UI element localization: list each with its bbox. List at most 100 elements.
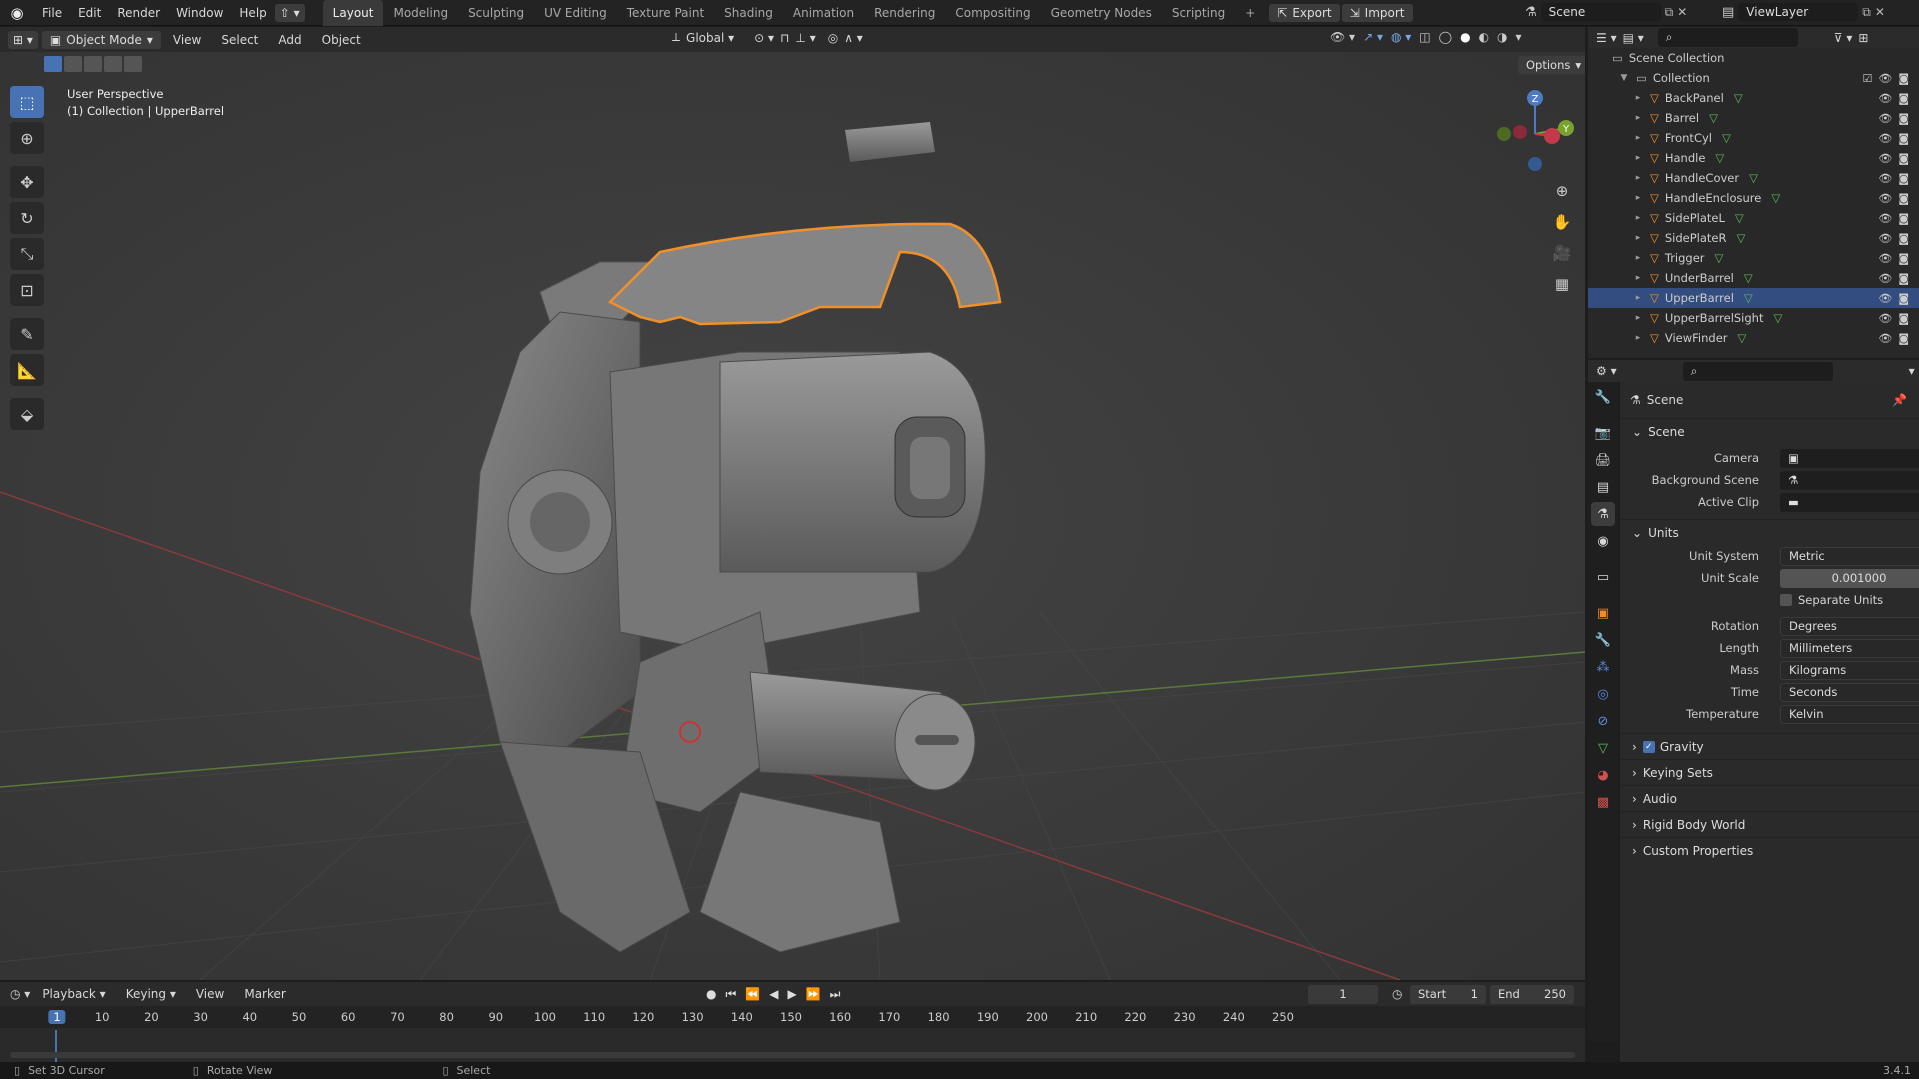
expand-icon[interactable]: ▸ <box>1632 273 1644 283</box>
solid-shading-icon[interactable]: ● <box>1460 30 1470 44</box>
scene-section[interactable]: ⌄ Scene <box>1620 418 1919 444</box>
outliner-item[interactable]: ▸ ▽ SidePlateR ▽ 👁 ◙ <box>1588 228 1919 248</box>
wireframe-shading-icon[interactable]: ◯ <box>1439 30 1452 44</box>
collection-row[interactable]: ▼ ▭ Collection ☑ 👁 ◙ <box>1588 68 1919 88</box>
eye-icon[interactable]: 👁 <box>1878 172 1892 185</box>
end-frame-field[interactable]: End 250 <box>1490 984 1574 1004</box>
camera-render-icon[interactable]: ◙ <box>1898 92 1909 105</box>
snap-icon[interactable]: ⊓ <box>780 31 789 45</box>
current-frame-field[interactable]: 1 <box>1308 984 1378 1004</box>
annotate-tool-icon[interactable]: ✎ <box>10 318 44 350</box>
eye-icon[interactable]: 👁 <box>1878 112 1892 125</box>
expand-icon[interactable]: ▸ <box>1632 233 1644 243</box>
menu-render[interactable]: Render <box>109 0 168 26</box>
jump-end-icon[interactable]: ⏭ <box>830 987 841 1002</box>
camera-view-icon[interactable]: 🎥 <box>1548 239 1576 267</box>
menu-object[interactable]: Object <box>314 27 369 53</box>
properties-search[interactable]: ⌕ <box>1682 361 1833 381</box>
record-icon[interactable]: ● <box>706 987 716 1001</box>
camera-render-icon[interactable]: ◙ <box>1898 112 1909 125</box>
properties-menu-icon[interactable]: ▾ <box>1909 364 1915 378</box>
cursor-tool-icon[interactable]: ⊕ <box>10 122 44 154</box>
mass-dropdown[interactable]: Kilograms⌄ <box>1780 660 1919 680</box>
data-tab-icon[interactable]: ▽ <box>1591 736 1615 760</box>
tab-texture-paint[interactable]: Texture Paint <box>617 0 714 26</box>
tab-layout[interactable]: Layout <box>322 0 384 26</box>
new-viewlayer-icon[interactable]: ⧉ <box>1862 5 1871 20</box>
scene-icon[interactable]: ⚗ <box>1525 5 1537 20</box>
proportional-edit-icon[interactable]: ◎ <box>828 31 838 45</box>
prev-keyframe-icon[interactable]: ⏪ <box>745 987 760 1001</box>
time-dropdown[interactable]: Seconds⌄ <box>1780 682 1919 702</box>
mesh-data-icon[interactable]: ▽ <box>1773 311 1782 325</box>
menu-window[interactable]: Window <box>168 0 231 26</box>
mesh-data-icon[interactable]: ▽ <box>1735 211 1744 225</box>
mesh-data-icon[interactable]: ▽ <box>1734 91 1743 105</box>
select-box-tool-icon[interactable]: ⬚ <box>10 86 44 118</box>
material-shading-icon[interactable]: ◐ <box>1479 30 1489 44</box>
eye-icon[interactable]: 👁 <box>1878 272 1892 285</box>
eye-icon[interactable]: 👁 <box>1878 72 1892 85</box>
filter-icon[interactable]: ⊽ ▾ <box>1834 31 1853 45</box>
outliner-item[interactable]: ▸ ▽ HandleEnclosure ▽ 👁 ◙ <box>1588 188 1919 208</box>
play-reverse-icon[interactable]: ◀ <box>769 987 778 1001</box>
outliner-item[interactable]: ▸ ▽ BackPanel ▽ 👁 ◙ <box>1588 88 1919 108</box>
audio-section[interactable]: › Audio <box>1620 785 1919 811</box>
expand-icon[interactable]: ▸ <box>1632 113 1644 123</box>
camera-render-icon[interactable]: ◙ <box>1898 272 1909 285</box>
outliner-item[interactable]: ▸ ▽ SidePlateL ▽ 👁 ◙ <box>1588 208 1919 228</box>
viewlayer-selector[interactable]: ViewLayer <box>1738 3 1859 21</box>
outliner-editor-icon[interactable]: ☰ ▾ <box>1596 31 1617 45</box>
properties-editor-icon[interactable]: ⚙ ▾ <box>1596 364 1617 378</box>
expand-icon[interactable]: ▸ <box>1632 173 1644 183</box>
eye-icon[interactable]: 👁 <box>1878 252 1892 265</box>
scene-collection-row[interactable]: ▭ Scene Collection <box>1588 48 1919 68</box>
camera-render-icon[interactable]: ◙ <box>1898 292 1909 305</box>
scene-selector[interactable]: Scene <box>1540 3 1661 21</box>
outliner-item[interactable]: ▸ ▽ Barrel ▽ 👁 ◙ <box>1588 108 1919 128</box>
gizmo-toggle-icon[interactable]: ↗ ▾ <box>1363 30 1383 44</box>
mode-selector[interactable]: ▣ Object Mode ▾ <box>41 30 161 49</box>
navigation-gizmo[interactable]: Z Y <box>1490 82 1580 172</box>
units-section[interactable]: ⌄ Units <box>1620 519 1919 545</box>
texture-tab-icon[interactable]: ▩ <box>1591 790 1615 814</box>
mesh-data-icon[interactable]: ▽ <box>1715 251 1724 265</box>
start-frame-field[interactable]: Start 1 <box>1410 984 1486 1004</box>
tab-rendering[interactable]: Rendering <box>864 0 945 26</box>
menu-timeline-view[interactable]: View <box>188 981 232 1007</box>
checkbox-icon[interactable]: ☑ <box>1862 72 1872 85</box>
transform-tool-icon[interactable]: ⊡ <box>10 274 44 306</box>
eye-icon[interactable]: 👁 <box>1878 232 1892 245</box>
import-button[interactable]: ⇲ Import <box>1341 3 1413 22</box>
delete-scene-icon[interactable]: ✕ <box>1677 5 1687 19</box>
rotation-dropdown[interactable]: Degrees⌄ <box>1780 616 1919 636</box>
select-invert-icon[interactable] <box>104 56 122 72</box>
delete-viewlayer-icon[interactable]: ✕ <box>1875 5 1885 19</box>
eye-icon[interactable]: 👁 <box>1878 332 1892 345</box>
camera-render-icon[interactable]: ◙ <box>1898 152 1909 165</box>
camera-render-icon[interactable]: ◙ <box>1898 332 1909 345</box>
xray-icon[interactable]: ◫ <box>1419 30 1430 44</box>
measure-tool-icon[interactable]: 📐 <box>10 354 44 386</box>
collection-tab-icon[interactable]: ▭ <box>1591 565 1615 589</box>
export-button[interactable]: ⇱ Export <box>1269 3 1340 22</box>
mesh-data-icon[interactable]: ▽ <box>1749 171 1758 185</box>
modifier-tab-icon[interactable]: 🔧 <box>1591 628 1615 652</box>
expand-icon[interactable]: ▸ <box>1632 193 1644 203</box>
menu-select[interactable]: Select <box>213 27 266 53</box>
tab-shading[interactable]: Shading <box>714 0 783 26</box>
menu-add[interactable]: Add <box>270 27 309 53</box>
clock-icon[interactable]: ◷ <box>1392 987 1402 1001</box>
outliner-item[interactable]: ▸ ▽ UpperBarrelSight ▽ 👁 ◙ <box>1588 308 1919 328</box>
eye-icon[interactable]: 👁 <box>1878 192 1892 205</box>
menu-playback[interactable]: Playback ▾ <box>34 981 113 1007</box>
options-dropdown[interactable]: Options ▾ <box>1518 56 1585 74</box>
constraints-tab-icon[interactable]: ⊘ <box>1591 709 1615 733</box>
camera-render-icon[interactable]: ◙ <box>1898 312 1909 325</box>
next-keyframe-icon[interactable]: ⏩ <box>806 987 821 1001</box>
eye-icon[interactable]: 👁 <box>1878 212 1892 225</box>
separate-units-checkbox[interactable]: Separate Units <box>1780 593 1883 607</box>
blender-logo-icon[interactable]: ◉ <box>0 4 34 22</box>
jump-start-icon[interactable]: ⏮ <box>725 987 736 1002</box>
expand-icon[interactable]: ▸ <box>1632 313 1644 323</box>
